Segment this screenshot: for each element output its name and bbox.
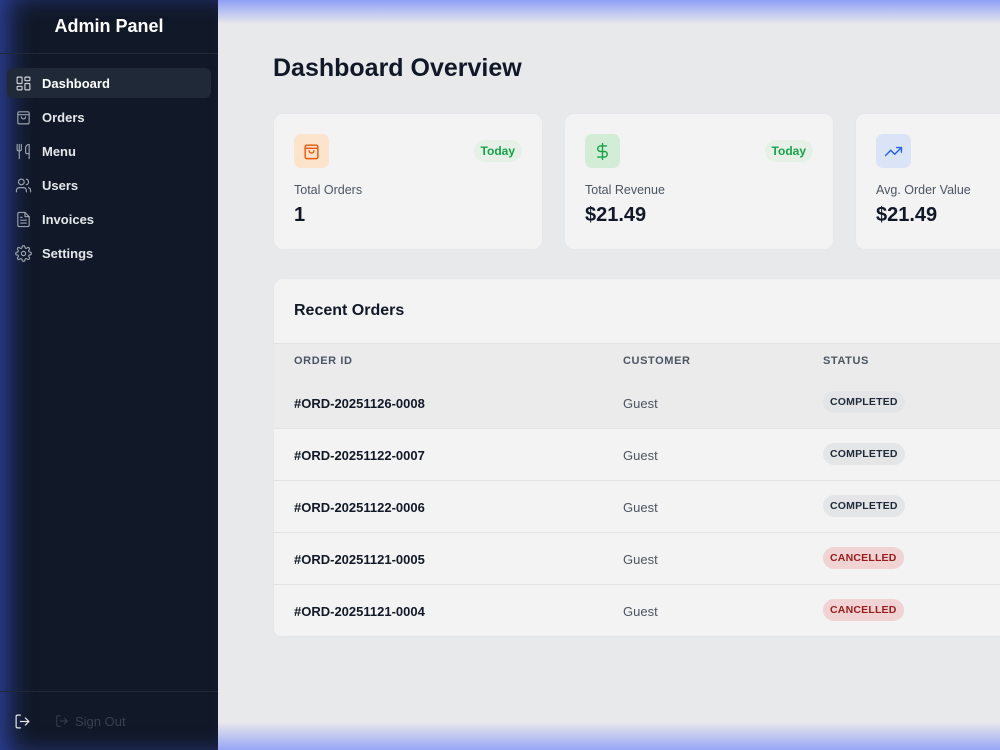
status-badge: CANCELLED	[823, 599, 904, 621]
period-badge: Today	[473, 140, 522, 162]
sidebar-item-label: Users	[42, 177, 79, 193]
customer-name: Guest	[623, 500, 658, 515]
order-id: #ORD-20251121-0005	[294, 552, 425, 567]
sidebar: Admin Panel Dashboard Orders Menu Users …	[0, 0, 218, 750]
column-header-customer: CUSTOMER	[623, 355, 691, 367]
dashboard-icon	[16, 76, 31, 90]
gear-icon	[15, 244, 32, 262]
stat-value: $21.49	[585, 204, 647, 226]
sidebar-item-menu[interactable]: Menu	[7, 136, 211, 166]
table-row[interactable]: #ORD-20251121-0005 Guest CANCELLED	[274, 533, 1000, 585]
sidebar-item-label: Invoices	[42, 211, 95, 227]
sidebar-item-settings[interactable]: Settings	[7, 238, 211, 268]
stat-value: $21.49	[876, 204, 938, 226]
customer-name: Guest	[623, 552, 658, 567]
orders-table-body: #ORD-20251126-0008 Guest COMPLETED #ORD-…	[274, 377, 1000, 637]
sidebar-brand: Admin Panel	[0, 0, 218, 54]
recent-orders-title: Recent Orders	[294, 302, 405, 319]
sidebar-item-label: Settings	[42, 245, 94, 261]
dollar-icon	[585, 134, 620, 168]
sidebar-item-label: Orders	[42, 109, 85, 125]
sidebar-item-label: Menu	[42, 143, 76, 159]
stat-label: Avg. Order Value	[876, 183, 971, 197]
table-row[interactable]: #ORD-20251122-0007 Guest COMPLETED	[274, 429, 1000, 481]
stat-label: Total Orders	[294, 183, 363, 197]
status-badge: CANCELLED	[823, 547, 904, 569]
sidebar-item-label: Dashboard	[42, 75, 110, 91]
order-id: #ORD-20251121-0004	[294, 604, 425, 619]
period-badge: Today	[764, 140, 813, 162]
stat-card-total-revenue: Today Total Revenue $21.49	[564, 113, 834, 250]
logout-icon[interactable]	[14, 713, 31, 730]
sidebar-item-invoices[interactable]: Invoices	[7, 204, 211, 234]
page-title: Dashboard Overview	[273, 54, 522, 82]
status-badge: COMPLETED	[823, 443, 905, 465]
stat-card-avg-order-value: Avg. Order Value $21.49	[855, 113, 1000, 250]
shopping-bag-icon	[17, 110, 30, 124]
table-row[interactable]: #ORD-20251121-0004 Guest CANCELLED	[274, 585, 1000, 637]
customer-name: Guest	[623, 604, 658, 619]
file-text-icon	[17, 211, 30, 227]
stat-card-total-orders: Today Total Orders 1	[273, 113, 543, 250]
customer-name: Guest	[623, 396, 658, 411]
sidebar-footer: Sign Out	[0, 691, 218, 750]
sidebar-nav: Dashboard Orders Menu Users Invoices Set…	[0, 54, 218, 268]
trending-up-icon	[876, 134, 911, 168]
order-id: #ORD-20251122-0007	[294, 448, 425, 463]
sidebar-item-users[interactable]: Users	[7, 170, 211, 200]
users-icon	[15, 178, 32, 192]
status-badge: COMPLETED	[823, 495, 905, 517]
stat-label: Total Revenue	[585, 183, 665, 197]
recent-orders-panel: Recent Orders ORDER ID CUSTOMER STATUS #…	[273, 278, 1000, 638]
column-header-status: STATUS	[823, 355, 869, 367]
utensils-icon	[16, 143, 30, 159]
shopping-bag-icon	[294, 134, 329, 168]
order-id: #ORD-20251122-0006	[294, 500, 425, 515]
table-row[interactable]: #ORD-20251122-0006 Guest COMPLETED	[274, 481, 1000, 533]
sign-out-button[interactable]: Sign Out	[55, 714, 126, 729]
order-id: #ORD-20251126-0008	[294, 396, 425, 411]
sign-out-label: Sign Out	[75, 713, 126, 729]
column-header-order-id: ORDER ID	[294, 355, 353, 367]
customer-name: Guest	[623, 448, 658, 463]
table-header: ORDER ID CUSTOMER STATUS	[274, 343, 1000, 377]
main-content: Dashboard Overview Today Total Orders 1 …	[218, 0, 1000, 750]
logout-icon	[56, 715, 68, 727]
sidebar-item-orders[interactable]: Orders	[7, 102, 211, 132]
table-row[interactable]: #ORD-20251126-0008 Guest COMPLETED	[274, 377, 1000, 429]
stat-value: 1	[294, 204, 306, 226]
sidebar-item-dashboard[interactable]: Dashboard	[7, 68, 211, 98]
status-badge: COMPLETED	[823, 391, 905, 413]
